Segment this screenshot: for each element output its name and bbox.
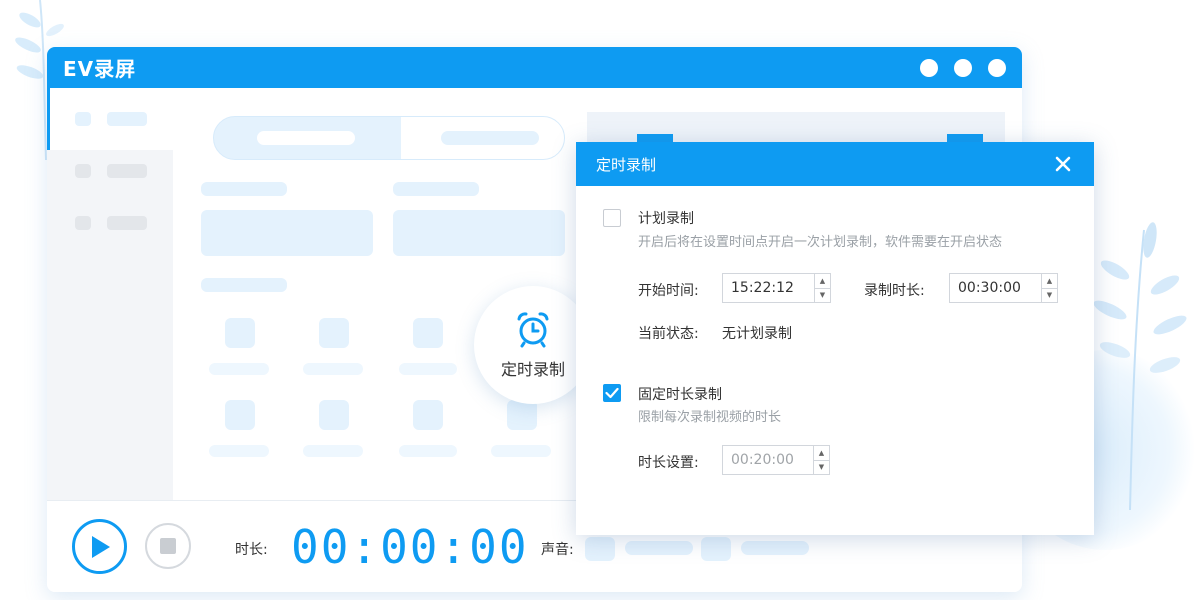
scheduled-recording-title: 计划录制 [638,211,694,227]
fixed-duration-checkbox[interactable] [603,384,621,402]
record-stop-button[interactable] [145,523,191,569]
spinner-down-icon[interactable]: ▼ [815,287,830,303]
sidebar-item-label-placeholder [107,112,147,126]
spinner-up-icon[interactable]: ▲ [815,274,830,288]
sidebar-item-label-placeholder[interactable] [107,164,147,178]
text-placeholder [201,278,287,292]
fixed-duration-title: 固定时长录制 [638,387,722,403]
audio-control-placeholder[interactable] [741,541,809,555]
record-start-button[interactable] [72,519,127,574]
status-label: 当前状态: [638,326,699,342]
stop-icon [160,538,176,554]
window-control-maximize[interactable] [954,58,972,77]
play-icon [91,535,110,558]
tool-icon-placeholder[interactable] [413,400,443,430]
alarm-clock-icon [517,312,549,348]
record-duration-label: 录制时长: [864,283,925,299]
tool-label-placeholder [209,363,269,375]
record-duration-spinner: ▲ ▼ [1041,274,1057,302]
fixed-duration-description: 限制每次录制视频的时长 [638,410,782,425]
tool-icon-placeholder[interactable] [319,318,349,348]
sidebar-item-icon-placeholder [75,112,91,126]
sidebar-item-icon-placeholder[interactable] [75,164,91,178]
window-control-close[interactable] [988,58,1006,77]
duration-setting-input[interactable]: 00:20:00 ▲ ▼ [722,445,830,475]
spinner-down-icon[interactable]: ▼ [814,459,829,475]
dialog-header: 定时录制 [576,142,1094,186]
stage: EV录屏 时长: 00:00:00 声音: 定时录制 定时录制 计划录制 开启后… [0,0,1200,600]
text-placeholder [201,182,287,196]
text-placeholder [393,182,479,196]
scheduled-recording-dialog: 定时录制 计划录制 开启后将在设置时间点开启一次计划录制，软件需要在开启状态 开… [576,142,1094,535]
duration-timer: 00:00:00 [291,520,529,574]
tool-label-placeholder [491,445,551,457]
sidebar-item-label-placeholder[interactable] [107,216,147,230]
tool-icon-placeholder[interactable] [225,400,255,430]
check-icon [605,387,619,399]
tab-label-placeholder [441,131,539,145]
dialog-title: 定时录制 [596,155,657,174]
tool-label-placeholder [303,363,363,375]
scheduled-recording-shortcut[interactable]: 定时录制 [474,286,592,404]
close-icon [1055,156,1071,172]
duration-label: 时长: [235,542,268,558]
audio-control-placeholder[interactable] [585,537,615,561]
duration-setting-label: 时长设置: [638,455,699,471]
start-time-value[interactable]: 15:22:12 [723,274,814,302]
tool-icon-placeholder[interactable] [413,318,443,348]
spinner-down-icon[interactable]: ▼ [1042,287,1057,303]
tool-icon-placeholder[interactable] [507,400,537,430]
scheduled-recording-description: 开启后将在设置时间点开启一次计划录制，软件需要在开启状态 [638,235,1003,250]
audio-control-placeholder[interactable] [701,537,731,561]
start-time-input[interactable]: 15:22:12 ▲ ▼ [722,273,831,303]
start-time-spinner: ▲ ▼ [814,274,830,302]
tab-label-placeholder [257,131,355,145]
option-card-placeholder[interactable] [393,210,565,256]
tool-label-placeholder [399,445,457,457]
tool-label-placeholder [209,445,269,457]
start-time-label: 开始时间: [638,283,699,299]
tool-label-placeholder [399,363,457,375]
record-duration-value[interactable]: 00:30:00 [950,274,1041,302]
scheduled-recording-checkbox[interactable] [603,209,621,227]
window-controls [920,58,1006,77]
spinner-up-icon[interactable]: ▲ [814,446,829,460]
sidebar [47,88,173,500]
tool-icon-placeholder[interactable] [319,400,349,430]
record-duration-input[interactable]: 00:30:00 ▲ ▼ [949,273,1058,303]
spinner-up-icon[interactable]: ▲ [1042,274,1057,288]
window-control-minimize[interactable] [920,58,938,77]
app-title: EV录屏 [63,57,137,81]
dialog-close-button[interactable] [1052,153,1074,175]
title-bar: EV录屏 [47,47,1022,88]
duration-setting-spinner: ▲ ▼ [813,446,829,474]
status-value: 无计划录制 [722,326,792,342]
audio-label: 声音: [541,542,574,558]
tool-icon-placeholder[interactable] [225,318,255,348]
audio-control-placeholder[interactable] [625,541,693,555]
tool-label-placeholder [303,445,363,457]
sidebar-item-icon-placeholder[interactable] [75,216,91,230]
option-card-placeholder[interactable] [201,210,373,256]
duration-setting-value[interactable]: 00:20:00 [723,446,813,474]
scheduled-recording-shortcut-label: 定时录制 [500,360,565,379]
